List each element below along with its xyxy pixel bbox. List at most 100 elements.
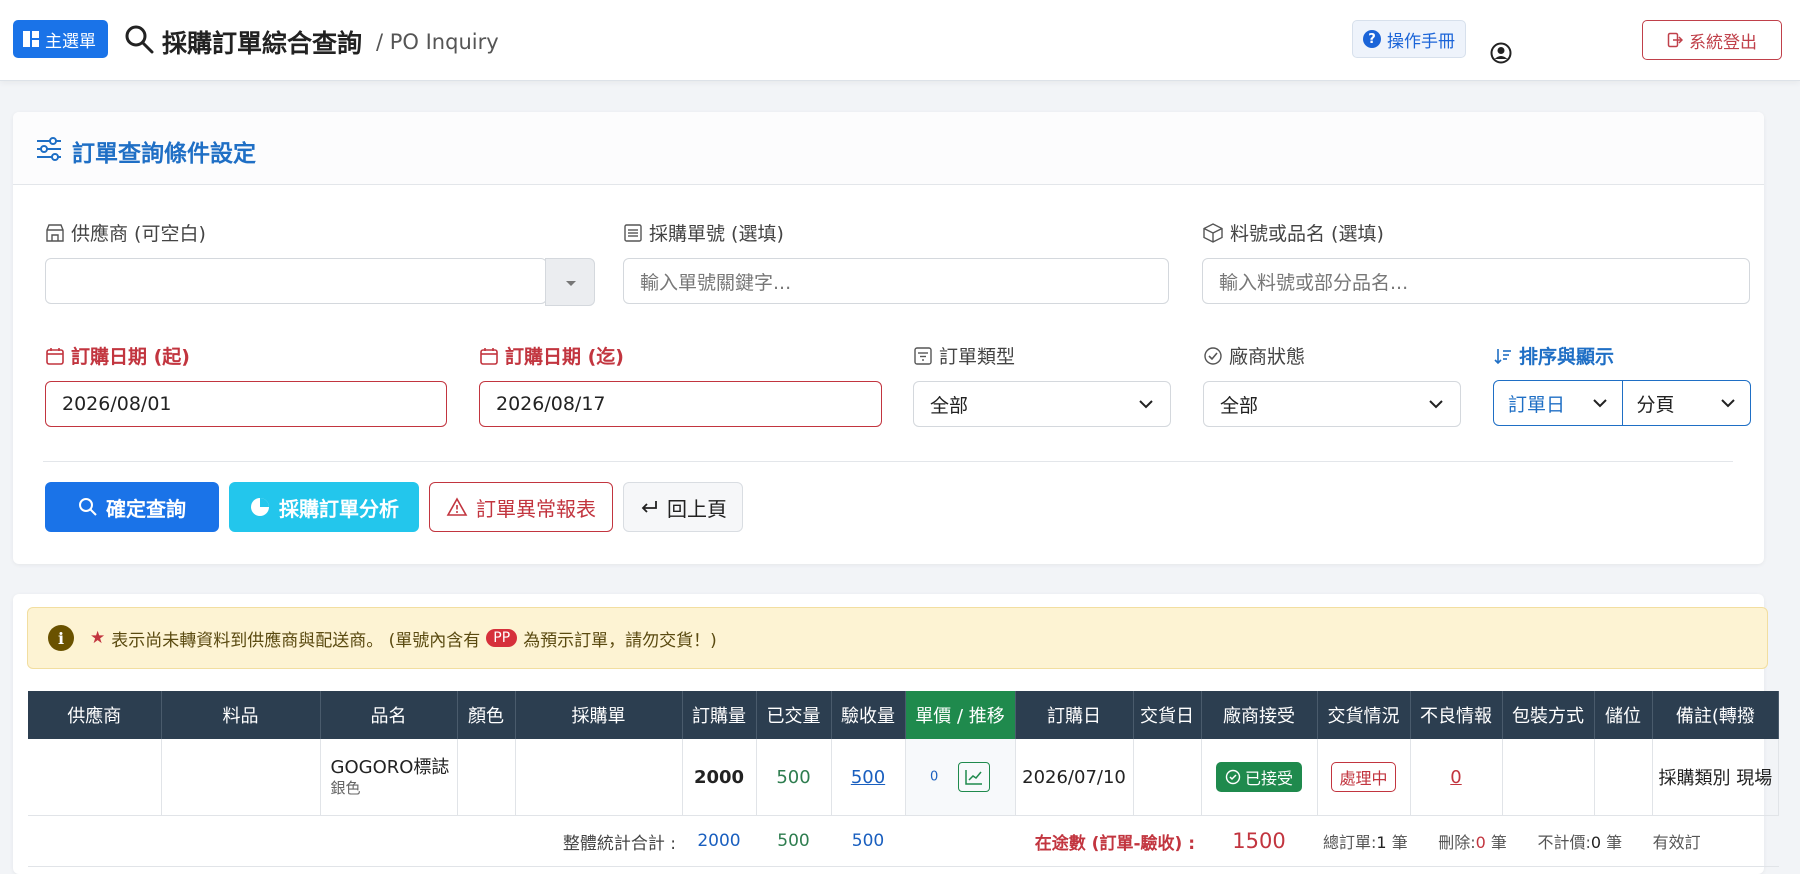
- noprice-label: 不計價:: [1537, 833, 1591, 852]
- search-button[interactable]: 確定查詢: [45, 482, 219, 532]
- accepted-badge: 已接受: [1215, 762, 1302, 792]
- item-input[interactable]: 輸入料號或部分品名...: [1202, 258, 1750, 304]
- order-type-select[interactable]: 全部: [913, 381, 1171, 427]
- cell-item: [161, 739, 321, 816]
- manual-button[interactable]: ? 操作手冊: [1352, 20, 1466, 58]
- deleted-label: 刪除:: [1438, 833, 1476, 852]
- notice-alert: i ★ 表示尚未轉資料到供應商與配送商。 (單號內含有 PP 為預示訂單，請勿交…: [27, 607, 1768, 669]
- logout-button[interactable]: 系統登出: [1642, 20, 1782, 60]
- col-color[interactable]: 顏色: [457, 691, 516, 739]
- cell-remark: 採購類別 現場: [1652, 739, 1780, 816]
- display-value: 分頁: [1636, 393, 1675, 416]
- col-delivery-status[interactable]: 交貨情況: [1317, 691, 1411, 739]
- accepted-link[interactable]: 500: [851, 767, 885, 788]
- sort-label-text: 排序與顯示: [1519, 346, 1615, 368]
- deleted-value: 0: [1475, 833, 1486, 852]
- col-vendor-accept[interactable]: 廠商接受: [1201, 691, 1318, 739]
- sort-label: 排序與顯示: [1493, 342, 1614, 369]
- price-trend-button[interactable]: [958, 762, 990, 792]
- manual-label: 操作手冊: [1387, 31, 1455, 52]
- cell-delivery-date: [1133, 739, 1202, 816]
- date-to-label-text: 訂購日期 (迄): [505, 346, 624, 368]
- date-from-input[interactable]: 2026/08/01: [45, 381, 447, 427]
- calendar-icon: [46, 347, 64, 365]
- supplier-input[interactable]: [45, 258, 547, 304]
- col-delivered[interactable]: 已交量: [756, 691, 832, 739]
- po-label: 採購單號 (選填): [623, 219, 784, 246]
- chevron-down-icon: [1429, 400, 1443, 409]
- accepted-badge-text: 已接受: [1244, 769, 1293, 788]
- vendor-status-label: 廠商狀態: [1203, 342, 1305, 369]
- defect-link[interactable]: 0: [1450, 767, 1461, 788]
- noprice-value: 0: [1590, 833, 1602, 852]
- sort-display-group: 訂單日 分頁: [1493, 380, 1751, 426]
- analysis-button-label: 採購訂單分析: [279, 496, 399, 521]
- analysis-button[interactable]: 採購訂單分析: [229, 482, 419, 532]
- col-item[interactable]: 料品: [161, 691, 321, 739]
- filter-card-title: 訂單查詢條件設定: [72, 141, 256, 167]
- back-button[interactable]: 回上頁: [623, 482, 743, 532]
- vendor-status-select[interactable]: 全部: [1203, 381, 1461, 427]
- order-type-label: 訂單類型: [913, 342, 1015, 369]
- unit-price-value: 0: [929, 769, 939, 785]
- page-subtitle: / PO Inquiry: [376, 30, 499, 54]
- col-packing[interactable]: 包裝方式: [1502, 691, 1595, 739]
- supplier-label: 供應商 (可空白): [45, 219, 206, 246]
- sort-select[interactable]: 訂單日: [1494, 381, 1623, 425]
- cell-supplier: [28, 739, 162, 816]
- table-header-row: 供應商 料品 品名 顏色 採購單 訂購量 已交量 驗收量 單價 / 推移 訂購日…: [28, 691, 1780, 739]
- col-name[interactable]: 品名: [320, 691, 458, 739]
- vendor-status-value: 全部: [1220, 394, 1259, 417]
- po-label-text: 採購單號 (選填): [649, 223, 784, 245]
- po-table: 供應商 料品 品名 顏色 採購單 訂購量 已交量 驗收量 單價 / 推移 訂購日…: [28, 691, 1780, 867]
- col-delivery-date[interactable]: 交貨日: [1133, 691, 1202, 739]
- summary-empty: [905, 815, 1015, 867]
- item-label-text: 料號或品名 (選填): [1230, 223, 1384, 245]
- col-order-date[interactable]: 訂購日: [1015, 691, 1134, 739]
- col-accepted[interactable]: 驗收量: [831, 691, 906, 739]
- sort-icon: [1494, 348, 1511, 364]
- divider: [43, 461, 1733, 462]
- search-icon: [125, 25, 154, 54]
- date-to-label: 訂購日期 (迄): [479, 342, 624, 369]
- po-number-input[interactable]: 輸入單號關鍵字...: [623, 258, 1169, 304]
- item-label: 料號或品名 (選填): [1202, 219, 1384, 246]
- col-location[interactable]: 儲位: [1594, 691, 1653, 739]
- summary-delivered: 500: [756, 815, 831, 867]
- list-icon: [624, 223, 642, 242]
- item-name-sub: 銀色: [330, 778, 361, 797]
- cell-accepted: 500: [831, 739, 906, 816]
- col-defect[interactable]: 不良情報: [1410, 691, 1503, 739]
- box-icon: [1203, 222, 1223, 243]
- top-bar: 主選單 採購訂單綜合查詢 / PO Inquiry ? 操作手冊 系統登出: [0, 0, 1800, 81]
- summary-accepted: 500: [831, 815, 905, 867]
- cell-name: GOGORO標誌 銀色: [320, 739, 458, 816]
- caret-down-icon: [566, 281, 576, 286]
- order-type-label-text: 訂單類型: [939, 346, 1016, 368]
- supplier-dropdown-toggle[interactable]: [545, 258, 595, 306]
- dashboard-icon: [23, 31, 39, 47]
- trend-chart-icon: [965, 770, 982, 785]
- exception-report-button[interactable]: 訂單異常報表: [429, 482, 613, 532]
- filter-card-header: 訂單查詢條件設定: [13, 112, 1764, 185]
- exception-report-label: 訂單異常報表: [476, 496, 596, 521]
- col-unit-price[interactable]: 單價 / 推移: [905, 691, 1016, 739]
- col-po[interactable]: 採購單: [515, 691, 683, 739]
- supplier-label-text: 供應商 (可空白): [71, 223, 206, 245]
- shop-icon: [46, 223, 64, 242]
- col-supplier[interactable]: 供應商: [28, 691, 162, 739]
- main-menu-button[interactable]: 主選單: [13, 20, 108, 58]
- logout-icon: [1667, 32, 1683, 48]
- summary-qty: 2000: [682, 815, 756, 867]
- col-qty[interactable]: 訂購量: [682, 691, 757, 739]
- user-avatar-icon[interactable]: [1490, 42, 1512, 64]
- order-type-value: 全部: [930, 394, 969, 417]
- date-from-label: 訂購日期 (起): [45, 342, 190, 369]
- return-icon: [641, 501, 657, 513]
- cell-unit-price: 0: [905, 739, 1016, 816]
- date-to-input[interactable]: 2026/08/17: [479, 381, 882, 427]
- cell-po: [515, 739, 683, 816]
- display-select[interactable]: 分頁: [1623, 381, 1751, 425]
- transit-label: 在途數 (訂單-驗收) :: [1015, 815, 1201, 867]
- col-remark[interactable]: 備註(轉撥: [1652, 691, 1780, 739]
